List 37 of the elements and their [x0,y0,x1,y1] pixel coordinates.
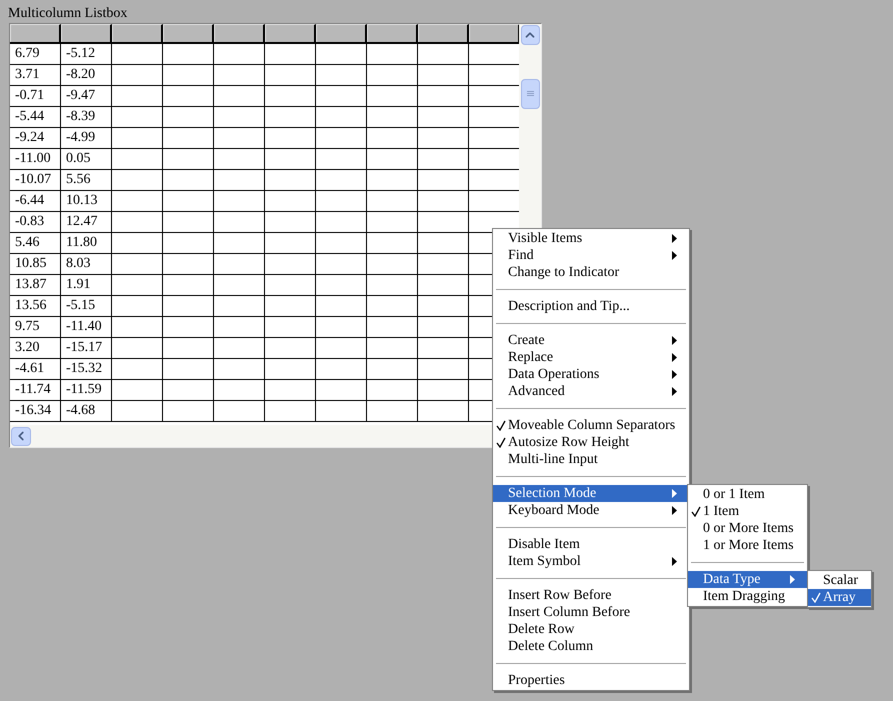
table-cell: -0.83 [10,212,61,232]
table-cell: 10.85 [10,254,61,274]
table-cell: -9.24 [10,128,61,148]
table-cell: -15.17 [61,338,112,358]
table-cell: -10.07 [10,170,61,190]
table-cell: 13.87 [10,275,61,295]
table-cell: -5.44 [10,107,61,127]
table-cell: -11.00 [10,149,61,169]
table-cell: -16.34 [10,401,61,421]
table-cell: 6.79 [10,44,61,64]
table-cell: -11.59 [61,380,112,400]
table-cell: 1.91 [61,275,112,295]
table-cell: -11.74 [10,380,61,400]
table-cell: 0.05 [61,149,112,169]
table-cell: 8.03 [61,254,112,274]
table-cell: 11.80 [61,233,112,253]
table-cell: -0.71 [10,86,61,106]
table-cell: -5.12 [61,44,112,64]
table-cell: 5.46 [10,233,61,253]
table-cell: -6.44 [10,191,61,211]
table-cell: 9.75 [10,317,61,337]
table-cell: -8.20 [61,65,112,85]
table-cell: -8.39 [61,107,112,127]
table-cell: 10.13 [61,191,112,211]
table-cell: -4.68 [61,401,112,421]
listbox-label: Multicolumn Listbox [8,6,128,21]
table-cell: -9.47 [61,86,112,106]
table-cell: 3.20 [10,338,61,358]
table-cell: -11.40 [61,317,112,337]
table-cell: 5.56 [61,170,112,190]
table-cell: 12.47 [61,212,112,232]
table-cell: -4.99 [61,128,112,148]
table-cell: -4.61 [10,359,61,379]
table-cell: 3.71 [10,65,61,85]
table-cell: 13.56 [10,296,61,316]
table-cell: -5.15 [61,296,112,316]
table-cell: -15.32 [61,359,112,379]
